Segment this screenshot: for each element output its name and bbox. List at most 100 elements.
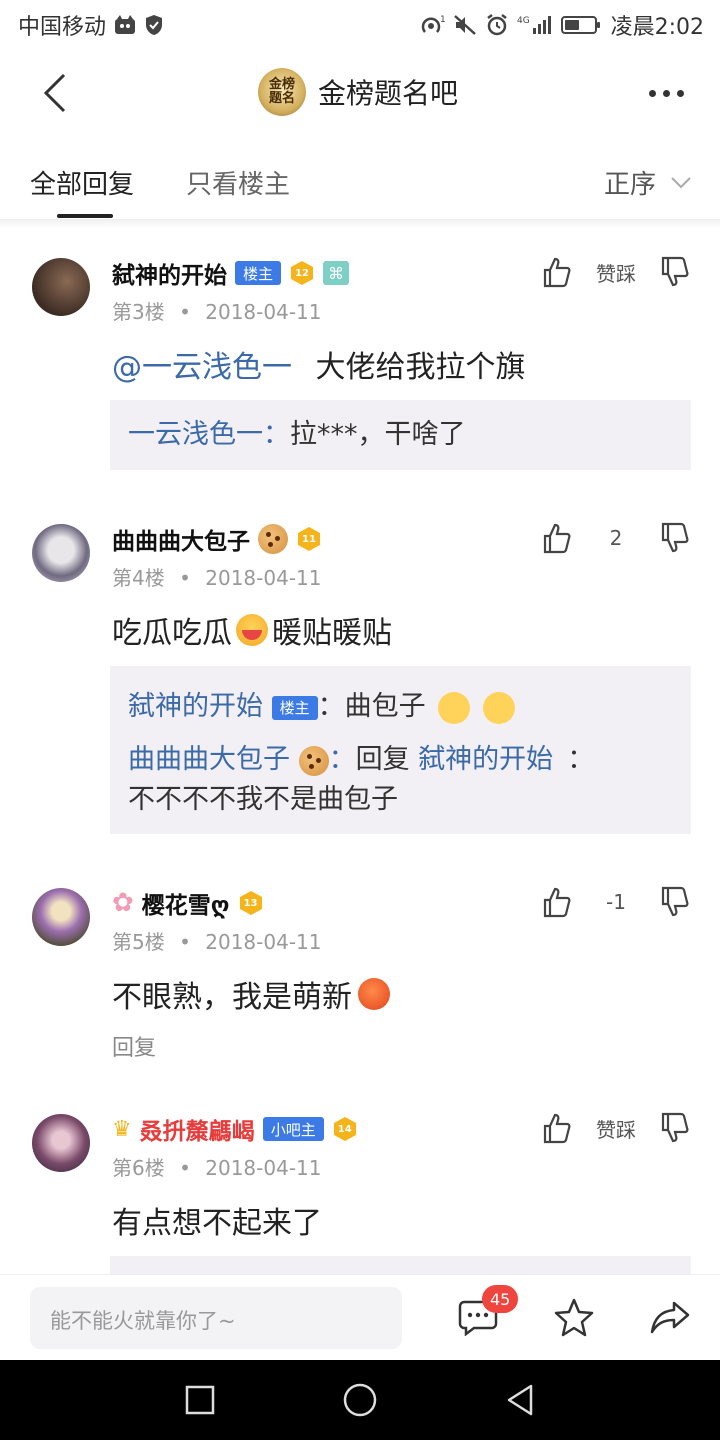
grin-emoji-icon bbox=[438, 691, 471, 724]
tab-all-replies[interactable]: 全部回复 bbox=[30, 164, 134, 201]
post-meta: 第6楼 • 2018-04-11 bbox=[112, 1152, 321, 1181]
post-content: 吃瓜吃瓜 暖贴暖贴 bbox=[112, 614, 392, 651]
reply-tabs: 全部回复 只看楼主 正序 bbox=[0, 136, 720, 220]
mute-icon bbox=[453, 14, 477, 36]
user-row: 弑神的开始 楼主 12 ⌘ bbox=[112, 256, 350, 290]
cookie-emoji-icon bbox=[298, 745, 329, 776]
level-badge: 14 bbox=[332, 1117, 358, 1141]
thumbs-up-icon[interactable] bbox=[542, 522, 572, 554]
reply-button[interactable]: 回复 bbox=[112, 1030, 156, 1062]
thumbs-up-icon[interactable] bbox=[542, 256, 572, 288]
chevron-left-icon bbox=[43, 73, 66, 113]
dot-icon bbox=[662, 89, 670, 97]
dot-icon bbox=[648, 89, 656, 97]
divider bbox=[0, 220, 720, 228]
post-content: 不眼熟，我是萌新 bbox=[112, 972, 390, 1016]
star-icon bbox=[554, 1298, 594, 1337]
share-arrow-icon bbox=[650, 1301, 690, 1334]
share-button[interactable] bbox=[648, 1295, 692, 1339]
status-right: 1 4G 凌晨2:02 bbox=[419, 9, 704, 41]
battery-icon bbox=[560, 16, 600, 34]
nav-bar: 金榜题名 金榜题名吧 bbox=[0, 50, 720, 136]
username[interactable]: 曲曲曲大包子 bbox=[112, 522, 250, 556]
username[interactable]: 樱花雪ღ bbox=[142, 886, 230, 920]
quote-text: 曲包子 bbox=[344, 691, 426, 722]
clock: 凌晨2:02 bbox=[610, 15, 704, 40]
avatar[interactable] bbox=[32, 1114, 90, 1172]
level-badge: 11 bbox=[296, 527, 322, 551]
favorite-button[interactable] bbox=[552, 1295, 596, 1339]
tab-active-indicator bbox=[57, 214, 113, 218]
recents-button[interactable] bbox=[180, 1380, 220, 1420]
quote-text: 拉***，干啥了 bbox=[290, 419, 466, 450]
reply-post: ♛ 叒抍斄騗嵑 小吧主 14 第6楼 • 2018-04-11 赞踩 有点想不起… bbox=[0, 1084, 720, 1274]
cat-icon bbox=[114, 15, 136, 35]
quoted-reply[interactable]: 一云浅色一：拉***，干啥了 bbox=[110, 400, 691, 470]
square-icon bbox=[185, 1385, 215, 1415]
user-row: 曲曲曲大包子 11 bbox=[112, 522, 322, 556]
quote-line: 弑神的开始 楼主 ：曲包子 bbox=[128, 680, 673, 734]
avatar[interactable] bbox=[32, 258, 90, 316]
user-row: ✿ 樱花雪ღ 13 bbox=[112, 886, 264, 920]
smirk-emoji-icon bbox=[358, 978, 390, 1010]
comment-bar: 能不能火就靠你了~ 45 bbox=[0, 1274, 720, 1360]
quote-author[interactable]: 曲曲曲大包子 bbox=[128, 744, 290, 775]
cookie-emoji-icon bbox=[258, 524, 288, 554]
vote-actions: 赞踩 bbox=[542, 252, 690, 292]
quote-author[interactable]: 一云浅色一： bbox=[128, 419, 290, 450]
reply-post: 弑神的开始 楼主 12 ⌘ 第3楼 • 2018-04-11 赞踩 @一云浅色一… bbox=[0, 228, 720, 490]
meta-separator: • bbox=[179, 300, 191, 324]
back-button[interactable] bbox=[30, 68, 80, 118]
quote-author[interactable]: 弑神的开始 bbox=[128, 691, 263, 722]
avatar[interactable] bbox=[32, 524, 90, 582]
user-row: ♛ 叒抍斄騗嵑 小吧主 14 bbox=[112, 1112, 358, 1146]
post-content: @一云浅色一 大佬给我拉个旗 bbox=[112, 350, 526, 385]
sort-dropdown[interactable]: 正序 bbox=[604, 164, 692, 201]
status-left: 中国移动 bbox=[18, 9, 164, 41]
floor-number: 第3楼 bbox=[112, 300, 165, 324]
thumbs-down-icon[interactable] bbox=[660, 1112, 690, 1144]
forum-logo: 金榜题名 bbox=[258, 68, 306, 116]
post-date: 2018-04-11 bbox=[205, 566, 322, 590]
post-content: 有点想不起来了 bbox=[112, 1206, 322, 1241]
thumbs-down-icon[interactable] bbox=[660, 256, 690, 288]
post-meta: 第3楼 • 2018-04-11 bbox=[112, 296, 321, 325]
sort-label: 正序 bbox=[603, 170, 656, 200]
alarm-icon bbox=[485, 13, 509, 37]
mention-link[interactable]: @一云浅色一 bbox=[112, 350, 292, 385]
vote-actions: 2 bbox=[542, 518, 690, 558]
vote-label: 赞踩 bbox=[596, 261, 636, 286]
reply-post: 曲曲曲大包子 11 第4楼 • 2018-04-11 2 吃瓜吃瓜 暖贴暖贴 弑… bbox=[0, 492, 720, 852]
like-count: 2 bbox=[609, 526, 623, 550]
level-badge: 13 bbox=[238, 891, 264, 915]
thumbs-up-icon[interactable] bbox=[542, 1112, 572, 1144]
back-system-button[interactable] bbox=[500, 1380, 540, 1420]
username[interactable]: 弑神的开始 bbox=[112, 256, 227, 290]
post-date: 2018-04-11 bbox=[205, 930, 322, 954]
forum-title: 金榜题名吧 bbox=[318, 77, 459, 110]
moderator-tag: 小吧主 bbox=[262, 1117, 324, 1141]
quoted-replies[interactable]: 弑神的开始 楼主 ：曲包子 曲曲曲大包子 ：回复 弑神的开始： 不不不不我不是曲包… bbox=[110, 666, 691, 834]
quoted-reply[interactable] bbox=[110, 1256, 691, 1274]
tab-owner-only[interactable]: 只看楼主 bbox=[186, 164, 290, 201]
watermelon-emoji-icon bbox=[236, 614, 268, 646]
home-button[interactable] bbox=[340, 1380, 380, 1420]
shield-check-icon bbox=[144, 14, 164, 36]
message-count-badge: 45 bbox=[482, 1285, 519, 1313]
post-meta: 第4楼 • 2018-04-11 bbox=[112, 562, 321, 591]
thumbs-up-icon[interactable] bbox=[542, 886, 572, 918]
thumbs-down-icon[interactable] bbox=[660, 522, 690, 554]
forum-header[interactable]: 金榜题名 金榜题名吧 bbox=[258, 66, 458, 118]
post-date: 2018-04-11 bbox=[205, 1156, 322, 1180]
thumbs-down-icon[interactable] bbox=[660, 886, 690, 918]
owner-tag: 楼主 bbox=[235, 261, 282, 285]
meta-separator: • bbox=[179, 1156, 191, 1180]
reply-target[interactable]: 弑神的开始 bbox=[418, 744, 553, 775]
carrier-label: 中国移动 bbox=[18, 15, 107, 40]
username[interactable]: 叒抍斄騗嵑 bbox=[140, 1112, 255, 1146]
comment-input[interactable]: 能不能火就靠你了~ bbox=[30, 1287, 402, 1349]
avatar[interactable] bbox=[32, 888, 90, 946]
more-menu-button[interactable] bbox=[642, 74, 690, 112]
svg-text:4G: 4G bbox=[517, 16, 530, 26]
floor-number: 第5楼 bbox=[112, 930, 165, 954]
